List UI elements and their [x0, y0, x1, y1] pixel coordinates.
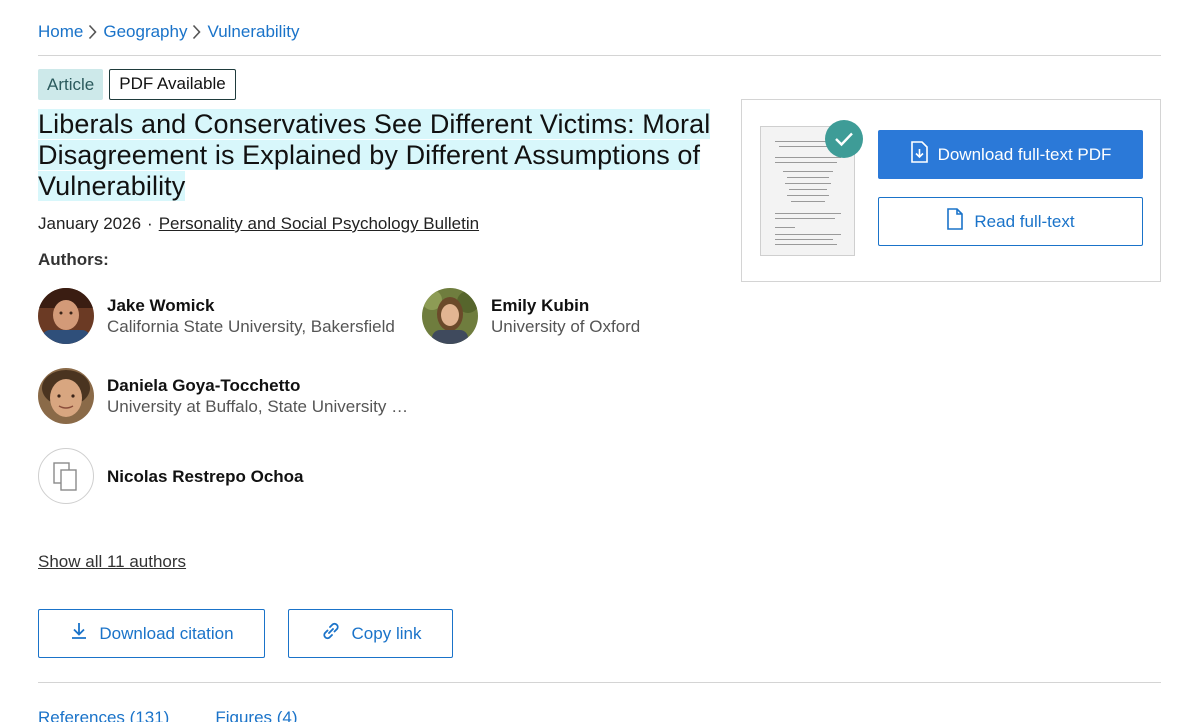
authors-label: Authors: [38, 250, 109, 269]
file-download-icon [910, 141, 938, 168]
breadcrumb-geography-link[interactable]: Geography [103, 22, 187, 42]
pdf-available-badge: PDF Available [109, 69, 236, 100]
article-meta: January 2026 · Personality and Social Psyc… [38, 214, 479, 234]
author-card-3[interactable]: Daniela Goya-Tocchetto University at Buf… [38, 368, 417, 424]
link-icon [320, 621, 352, 646]
author-name[interactable]: Nicolas Restrepo Ochoa [107, 466, 304, 487]
section-tabs: References (131) Figures (4) [38, 708, 298, 722]
document-icon [946, 208, 974, 235]
author-affiliation: University at Buffalo, State University … [107, 397, 417, 416]
avatar [38, 368, 94, 424]
read-full-text-label: Read full-text [974, 211, 1075, 231]
author-placeholder-icon [38, 448, 94, 504]
show-all-authors-link[interactable]: Show all 11 authors [38, 552, 186, 572]
chevron-right-icon [88, 22, 98, 42]
header-divider [38, 55, 1161, 56]
article-title: Liberals and Conservatives See Different… [38, 109, 718, 202]
author-name[interactable]: Daniela Goya-Tocchetto [107, 375, 417, 396]
article-badges: Article PDF Available [38, 69, 236, 100]
download-citation-label: Download citation [99, 623, 234, 643]
article-type-badge: Article [38, 69, 104, 100]
copy-link-button[interactable]: Copy link [288, 609, 453, 658]
breadcrumb-vulnerability-link[interactable]: Vulnerability [207, 22, 299, 42]
copy-link-label: Copy link [351, 623, 422, 643]
author-name[interactable]: Jake Womick [107, 295, 417, 316]
download-pdf-button[interactable]: Download full-text PDF [878, 130, 1143, 179]
author-card-4[interactable]: Nicolas Restrepo Ochoa [38, 448, 304, 504]
download-pdf-label: Download full-text PDF [937, 144, 1112, 164]
avatar [38, 288, 94, 344]
tab-references[interactable]: References (131) [38, 708, 169, 722]
author-card-2[interactable]: Emily Kubin University of Oxford [422, 288, 801, 344]
journal-link[interactable]: Personality and Social Psychology Bullet… [159, 214, 479, 233]
author-card-1[interactable]: Jake Womick California State University,… [38, 288, 417, 344]
content-divider [38, 682, 1161, 683]
publication-date: January 2026 [38, 214, 142, 233]
breadcrumb-home-link[interactable]: Home [38, 22, 83, 42]
author-name[interactable]: Emily Kubin [491, 295, 801, 316]
download-citation-button[interactable]: Download citation [38, 609, 265, 658]
check-icon [825, 120, 863, 158]
pdf-card: Download full-text PDF Read full-text [741, 99, 1161, 282]
author-affiliation: California State University, Bakersfield [107, 317, 395, 336]
tab-figures[interactable]: Figures (4) [215, 708, 297, 722]
author-affiliation: University of Oxford [491, 317, 641, 336]
article-title-text: Liberals and Conservatives See Different… [38, 109, 711, 201]
meta-separator: · [147, 214, 153, 233]
breadcrumb: Home Geography Vulnerability [38, 22, 299, 42]
download-icon [69, 621, 99, 646]
avatar [422, 288, 478, 344]
read-full-text-button[interactable]: Read full-text [878, 197, 1143, 246]
chevron-right-icon [192, 22, 202, 42]
